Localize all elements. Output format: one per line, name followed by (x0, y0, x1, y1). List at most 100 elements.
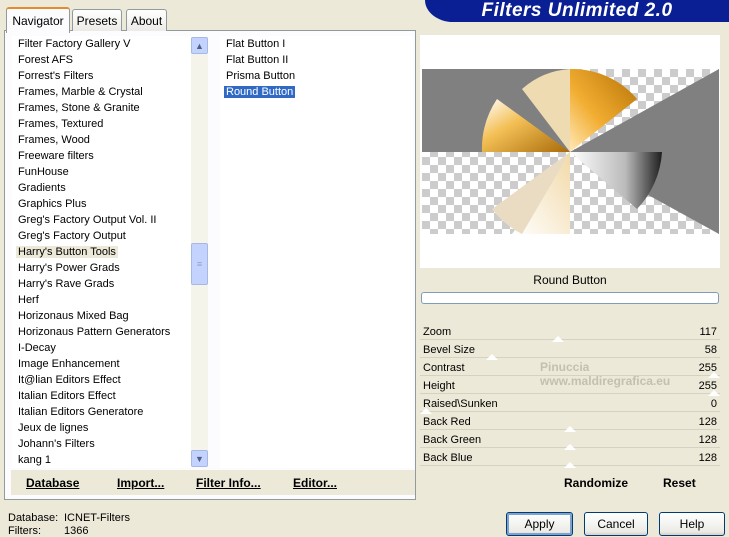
category-item[interactable]: Italian Editors Generatore (12, 404, 191, 420)
category-item[interactable]: Frames, Textured (12, 116, 191, 132)
param-label: Zoom (423, 326, 452, 338)
param-slider-knob[interactable] (564, 462, 576, 468)
category-item-label: Frames, Marble & Crystal (18, 86, 143, 98)
filter-item[interactable]: Round Button (220, 84, 413, 100)
import-button[interactable]: Import... (117, 476, 164, 490)
category-item[interactable]: Harry's Button Tools (12, 244, 191, 260)
scroll-down-button[interactable]: ▼ (191, 450, 208, 467)
param-value: 128 (698, 452, 717, 464)
category-item-label: Freeware filters (18, 150, 94, 162)
filter-item[interactable]: Prisma Button (220, 68, 413, 84)
category-item[interactable]: Greg's Factory Output Vol. II (12, 212, 191, 228)
round-button-preview-graphic (422, 69, 719, 234)
category-item[interactable]: Horizonaus Pattern Generators (12, 324, 191, 340)
category-item[interactable]: Freeware filters (12, 148, 191, 164)
progress-bar (421, 292, 719, 304)
scroll-up-button[interactable]: ▲ (191, 37, 208, 54)
status-database: Database: ICNET-Filters (8, 512, 130, 524)
category-item[interactable]: Greg's Factory Output (12, 228, 191, 244)
randomize-button[interactable]: Randomize (564, 476, 628, 490)
filter-item-label: Flat Button II (226, 54, 289, 66)
category-item[interactable]: Image Enhancement (12, 356, 191, 372)
filter-list[interactable]: Flat Button I Flat Button II Prisma Button… (220, 36, 413, 468)
watermark-url: www.maldiregrafica.eu (540, 374, 671, 388)
category-item-label: Graphics Plus (18, 198, 87, 210)
category-list[interactable]: Filter Factory Gallery V Forest AFS Forres… (12, 36, 191, 468)
category-item-label: Greg's Factory Output (18, 230, 126, 242)
category-item[interactable]: Forrest's Filters (12, 68, 191, 84)
category-item[interactable]: Italian Editors Effect (12, 388, 191, 404)
filter-parameters: Zoom 117 Bevel Size 58 Contrast 255 Height 255 R… (420, 324, 720, 469)
category-item-label: Frames, Textured (18, 118, 104, 130)
param-row[interactable]: Back Green 128 (420, 432, 720, 450)
category-item[interactable]: Filter Factory Gallery V (12, 36, 191, 52)
category-item[interactable]: Frames, Stone & Granite (12, 100, 191, 116)
filter-item-label: Round Button (224, 86, 296, 98)
category-item[interactable]: Johann's Filters (12, 436, 191, 452)
category-item-label: Forrest's Filters (18, 70, 94, 82)
category-item[interactable]: Forest AFS (12, 52, 191, 68)
category-item[interactable]: I-Decay (12, 340, 191, 356)
watermark: Pinuccia www.maldiregrafica.eu (490, 360, 670, 388)
category-item-label: FunHouse (18, 166, 69, 178)
category-item-label: kang 1 (18, 454, 52, 466)
category-item-label: Greg's Factory Output Vol. II (18, 214, 157, 226)
category-item[interactable]: It@lian Editors Effect (12, 372, 191, 388)
category-item[interactable]: Horizonaus Mixed Bag (12, 308, 191, 324)
category-item-label: Filter Factory Gallery V (18, 38, 131, 50)
category-item-label: Horizonaus Pattern Generators (18, 326, 171, 338)
category-item[interactable]: Harry's Rave Grads (12, 276, 191, 292)
category-item[interactable]: Frames, Marble & Crystal (12, 84, 191, 100)
watermark-name: Pinuccia (540, 360, 590, 374)
param-row[interactable]: Raised\Sunken 0 (420, 396, 720, 414)
parameter-toolbar: Randomize Reset (420, 470, 720, 495)
category-item-label: Harry's Power Grads (18, 262, 120, 274)
param-value: 0 (710, 398, 717, 410)
param-value: 128 (698, 416, 717, 428)
param-label: Back Blue (423, 452, 473, 464)
category-item[interactable]: FunHouse (12, 164, 191, 180)
filter-info-button[interactable]: Filter Info... (196, 476, 261, 490)
database-button[interactable]: Database (26, 476, 79, 490)
tab-presets[interactable]: Presets (72, 9, 122, 31)
tab-about[interactable]: About (126, 9, 167, 31)
category-item-label: It@lian Editors Effect (18, 374, 121, 386)
help-button[interactable]: Help (659, 512, 725, 536)
tab-navigator[interactable]: Navigator (6, 7, 70, 33)
category-item[interactable]: Frames, Wood (12, 132, 191, 148)
param-value: 117 (699, 326, 717, 338)
filter-item[interactable]: Flat Button II (220, 52, 413, 68)
param-row[interactable]: Bevel Size 58 (420, 342, 720, 360)
scroll-thumb[interactable]: ≡ (191, 243, 208, 285)
category-item-label: Harry's Rave Grads (18, 278, 115, 290)
cancel-button[interactable]: Cancel (584, 512, 648, 536)
category-item[interactable]: Herf (12, 292, 191, 308)
category-item[interactable]: Graphics Plus (12, 196, 191, 212)
param-label: Back Red (423, 416, 471, 428)
preview-image (422, 69, 719, 234)
param-row[interactable]: Back Blue 128 (420, 450, 720, 468)
category-item-label: Horizonaus Mixed Bag (18, 310, 129, 322)
category-item-label: Jeux de lignes (18, 422, 89, 434)
category-item-label: Forest AFS (18, 54, 74, 66)
param-label: Height (423, 380, 455, 392)
category-item-label: I-Decay (18, 342, 56, 354)
param-value: 128 (698, 434, 717, 446)
category-item-label: Image Enhancement (18, 358, 120, 370)
reset-button[interactable]: Reset (663, 476, 696, 490)
category-item-label: Italian Editors Effect (18, 390, 116, 402)
app-title-banner: Filters Unlimited 2.0 (425, 0, 729, 22)
category-item[interactable]: kang 1 (12, 452, 191, 468)
param-row[interactable]: Zoom 117 (420, 324, 720, 342)
apply-button[interactable]: Apply (506, 512, 573, 536)
param-row[interactable]: Back Red 128 (420, 414, 720, 432)
filter-item[interactable]: Flat Button I (220, 36, 413, 52)
category-item[interactable]: Gradients (12, 180, 191, 196)
category-item[interactable]: Jeux de lignes (12, 420, 191, 436)
category-item-label: Herf (18, 294, 39, 306)
editor-button[interactable]: Editor... (293, 476, 337, 490)
category-scrollbar[interactable]: ▲ ≡ ▼ (191, 37, 208, 467)
category-item-label: Italian Editors Generatore (18, 406, 144, 418)
param-label: Contrast (423, 362, 465, 374)
category-item[interactable]: Harry's Power Grads (12, 260, 191, 276)
